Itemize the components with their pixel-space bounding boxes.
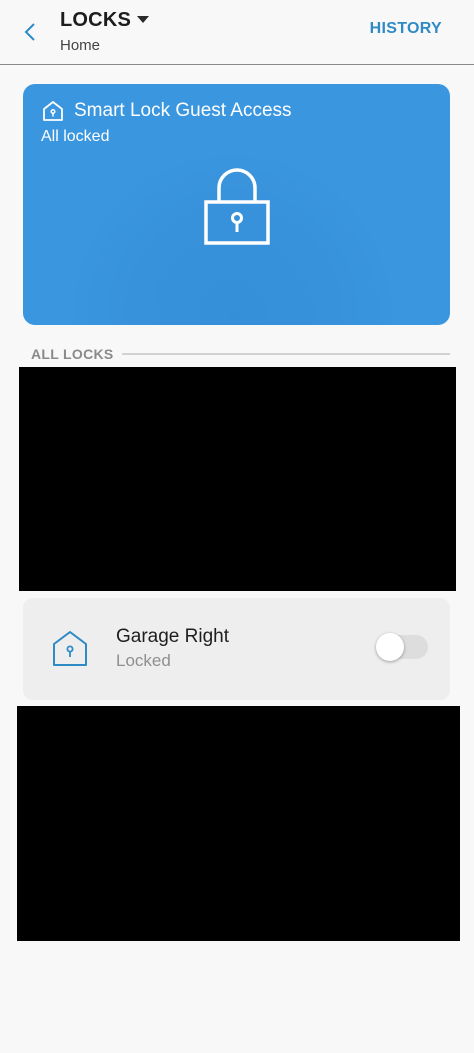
home-lock-icon bbox=[53, 631, 87, 666]
lock-toggle[interactable] bbox=[376, 633, 430, 661]
toggle-knob bbox=[376, 633, 404, 661]
section-label: ALL LOCKS bbox=[31, 346, 114, 362]
section-divider bbox=[121, 353, 450, 355]
page-title: LOCKS bbox=[60, 8, 131, 31]
all-locks-section-header: ALL LOCKS bbox=[31, 344, 450, 364]
home-lock-icon bbox=[43, 101, 63, 121]
history-button[interactable]: HISTORY bbox=[370, 20, 442, 38]
location-selector[interactable]: LOCKS Home bbox=[60, 6, 149, 54]
location-name: Home bbox=[60, 37, 101, 54]
lock-status: Locked bbox=[116, 651, 171, 670]
guest-access-title: Smart Lock Guest Access bbox=[74, 100, 292, 121]
padlock-icon[interactable] bbox=[203, 164, 271, 246]
guest-access-card[interactable]: Smart Lock Guest Access All locked bbox=[23, 84, 450, 325]
app-header: LOCKS Home HISTORY bbox=[0, 0, 474, 65]
redacted-block bbox=[19, 367, 456, 591]
lock-name: Garage Right bbox=[116, 626, 230, 647]
lock-item-card[interactable]: Garage Right Locked bbox=[23, 598, 450, 700]
redacted-block bbox=[17, 706, 460, 941]
guest-access-status: All locked bbox=[41, 128, 110, 145]
back-button[interactable] bbox=[16, 18, 44, 46]
caret-down-icon bbox=[137, 16, 149, 23]
chevron-left-icon bbox=[24, 23, 35, 41]
